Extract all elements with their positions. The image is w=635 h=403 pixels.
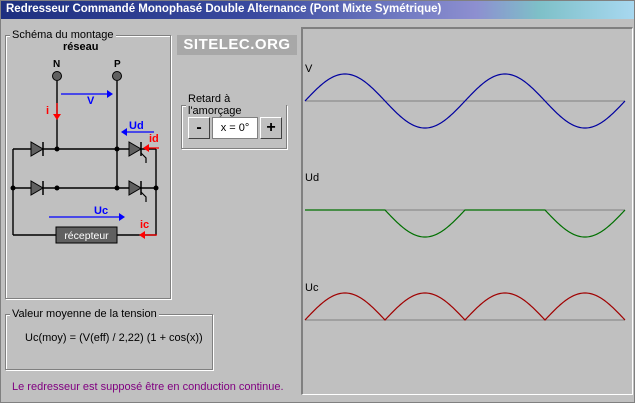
label-i: i: [46, 105, 49, 117]
node-n-label: N: [53, 59, 60, 70]
trace-label-v: V: [305, 63, 313, 75]
decrease-delay-button[interactable]: -: [188, 117, 210, 139]
arrow-ic: [139, 231, 157, 239]
arrow-uc: [49, 213, 125, 221]
average-legend: Valeur moyenne de la tension: [10, 308, 159, 320]
label-v: V: [87, 95, 95, 107]
diodes: [30, 141, 147, 202]
node-p-label: P: [114, 59, 121, 70]
delay-value-field: x = 0°: [212, 117, 258, 139]
application-window: Redresseur Commandé Monophasé Double Alt…: [0, 0, 635, 403]
label-uc: Uc: [94, 205, 108, 217]
node-n-terminal: [52, 71, 62, 81]
diode-1: [30, 141, 44, 157]
trace-ud: [305, 209, 626, 238]
label-id: id: [149, 133, 159, 145]
thyristor-1: [128, 141, 142, 157]
circuit-wires: [12, 81, 157, 236]
site-logo: SITELEC.ORG: [177, 35, 297, 55]
thyristor-2: [128, 180, 142, 196]
trace-label-ud: Ud: [305, 172, 319, 184]
label-ic: ic: [140, 219, 149, 231]
diode-2: [30, 180, 44, 196]
trace-label-uc: Uc: [305, 282, 319, 294]
waveform-display: V Ud Uc: [301, 27, 633, 395]
waveform-svg: V Ud Uc: [304, 63, 626, 321]
delay-legend: Retard à l'amorçage: [186, 93, 286, 117]
arrow-i: [53, 103, 61, 120]
continuous-conduction-note: Le redresseur est supposé être en conduc…: [12, 381, 284, 393]
network-label: réseau: [63, 41, 98, 53]
increase-delay-button[interactable]: +: [260, 117, 282, 139]
average-formula: Uc(moy) = (V(eff) / 2,22) (1 + cos(x)): [25, 332, 203, 344]
node-p-terminal: [112, 71, 122, 81]
label-ud: Ud: [129, 120, 144, 132]
receiver-label: récepteur: [64, 230, 109, 242]
trace-uc: [304, 292, 626, 321]
